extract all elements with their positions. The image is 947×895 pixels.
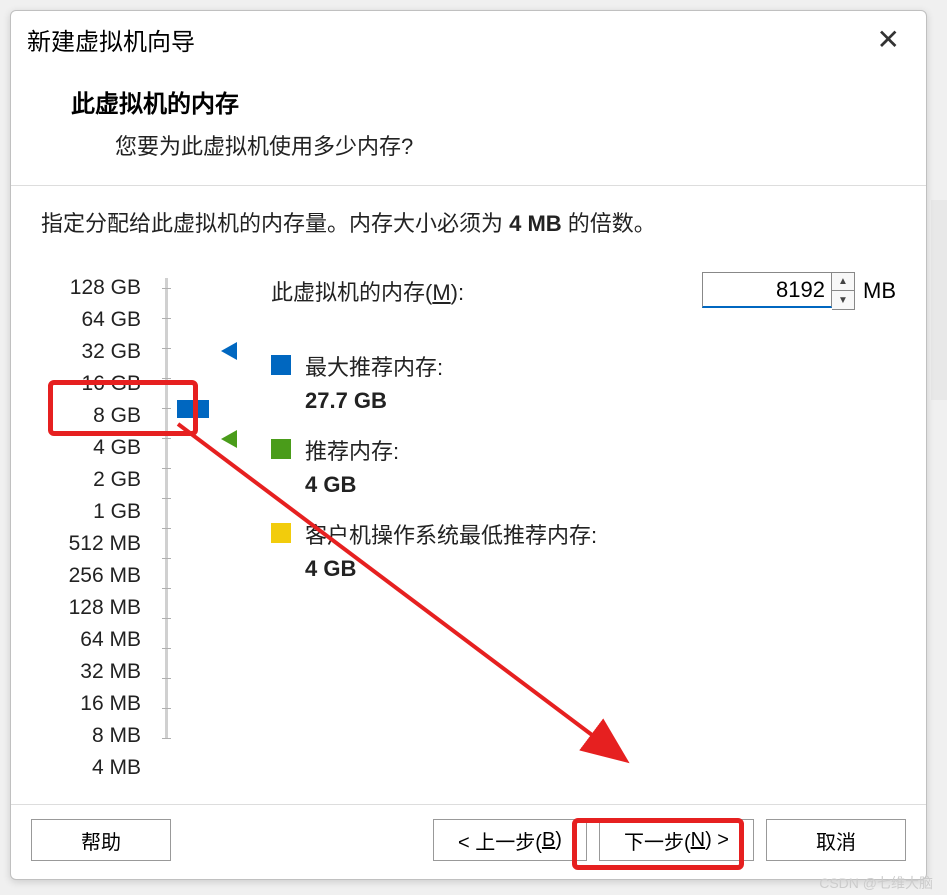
titlebar: 新建虚拟机向导 ✕ — [11, 11, 926, 68]
tick-label: 16 MB — [41, 688, 141, 720]
wizard-body: 指定分配给此虚拟机的内存量。内存大小必须为 4 MB 的倍数。 128 GB 6… — [11, 186, 926, 804]
tick-label: 8 MB — [41, 720, 141, 752]
tick-label: 32 GB — [41, 336, 141, 368]
spin-down-icon[interactable]: ▼ — [832, 291, 854, 309]
tick-label: 4 MB — [41, 752, 141, 784]
legend-max-value: 27.7 GB — [305, 388, 896, 414]
wizard-header: 此虚拟机的内存 您要为此虚拟机使用多少内存? — [11, 68, 926, 185]
tick-label: 128 MB — [41, 592, 141, 624]
wizard-footer: 帮助 < 上一步(B) 下一步(N) > 取消 — [11, 804, 926, 879]
legend-rec-label: 推荐内存: — [305, 434, 399, 466]
spin-up-icon[interactable]: ▲ — [832, 273, 854, 291]
memory-input[interactable] — [702, 272, 832, 308]
marker-max-icon — [221, 342, 237, 360]
cancel-button[interactable]: 取消 — [766, 819, 906, 861]
close-icon[interactable]: ✕ — [867, 19, 910, 60]
marker-rec-icon — [221, 430, 237, 448]
watermark: CSDN @七维大脑 — [819, 873, 933, 893]
tick-label: 256 MB — [41, 560, 141, 592]
slider-thumb[interactable] — [177, 400, 209, 418]
window-title: 新建虚拟机向导 — [27, 22, 195, 57]
tick-label: 64 GB — [41, 304, 141, 336]
page-title: 此虚拟机的内存 — [71, 84, 886, 119]
tick-label: 4 GB — [41, 432, 141, 464]
next-button[interactable]: 下一步(N) > — [599, 819, 754, 861]
slider-track — [165, 278, 168, 738]
instruction-text: 指定分配给此虚拟机的内存量。内存大小必须为 4 MB 的倍数。 — [41, 206, 896, 238]
legend-max-label: 最大推荐内存: — [305, 350, 443, 382]
tick-label: 8 GB — [41, 400, 141, 432]
tick-label: 512 MB — [41, 528, 141, 560]
memory-spinner: ▲ ▼ — [832, 272, 855, 310]
memory-input-label: 此虚拟机的内存(M): — [271, 275, 464, 307]
legend-min-value: 4 GB — [305, 556, 896, 582]
tick-label: 64 MB — [41, 624, 141, 656]
memory-area: 128 GB 64 GB 32 GB 16 GB 8 GB 4 GB 2 GB … — [41, 272, 896, 784]
square-blue-icon — [271, 355, 291, 375]
tick-label: 128 GB — [41, 272, 141, 304]
wizard-dialog: 新建虚拟机向导 ✕ 此虚拟机的内存 您要为此虚拟机使用多少内存? 指定分配给此虚… — [10, 10, 927, 880]
tick-label: 2 GB — [41, 464, 141, 496]
square-yellow-icon — [271, 523, 291, 543]
memory-input-wrap: ▲ ▼ MB — [702, 272, 896, 310]
tick-label: 16 GB — [41, 368, 141, 400]
help-button[interactable]: 帮助 — [31, 819, 171, 861]
tick-label: 1 GB — [41, 496, 141, 528]
legend-min-label: 客户机操作系统最低推荐内存: — [305, 518, 597, 550]
memory-tick-labels: 128 GB 64 GB 32 GB 16 GB 8 GB 4 GB 2 GB … — [41, 272, 141, 784]
legend-min: 客户机操作系统最低推荐内存: — [271, 518, 896, 550]
memory-unit: MB — [863, 278, 896, 304]
square-green-icon — [271, 439, 291, 459]
memory-input-row: 此虚拟机的内存(M): ▲ ▼ MB — [271, 272, 896, 310]
background-strip — [931, 200, 947, 400]
legend-max: 最大推荐内存: — [271, 350, 896, 382]
tick-label: 32 MB — [41, 656, 141, 688]
legend-rec-value: 4 GB — [305, 472, 896, 498]
page-subtitle: 您要为此虚拟机使用多少内存? — [115, 129, 886, 161]
memory-right-column: 此虚拟机的内存(M): ▲ ▼ MB 最大推荐内存: 27.7 GB — [261, 272, 896, 602]
memory-slider[interactable] — [141, 272, 261, 752]
legend-rec: 推荐内存: — [271, 434, 896, 466]
back-button[interactable]: < 上一步(B) — [433, 819, 587, 861]
